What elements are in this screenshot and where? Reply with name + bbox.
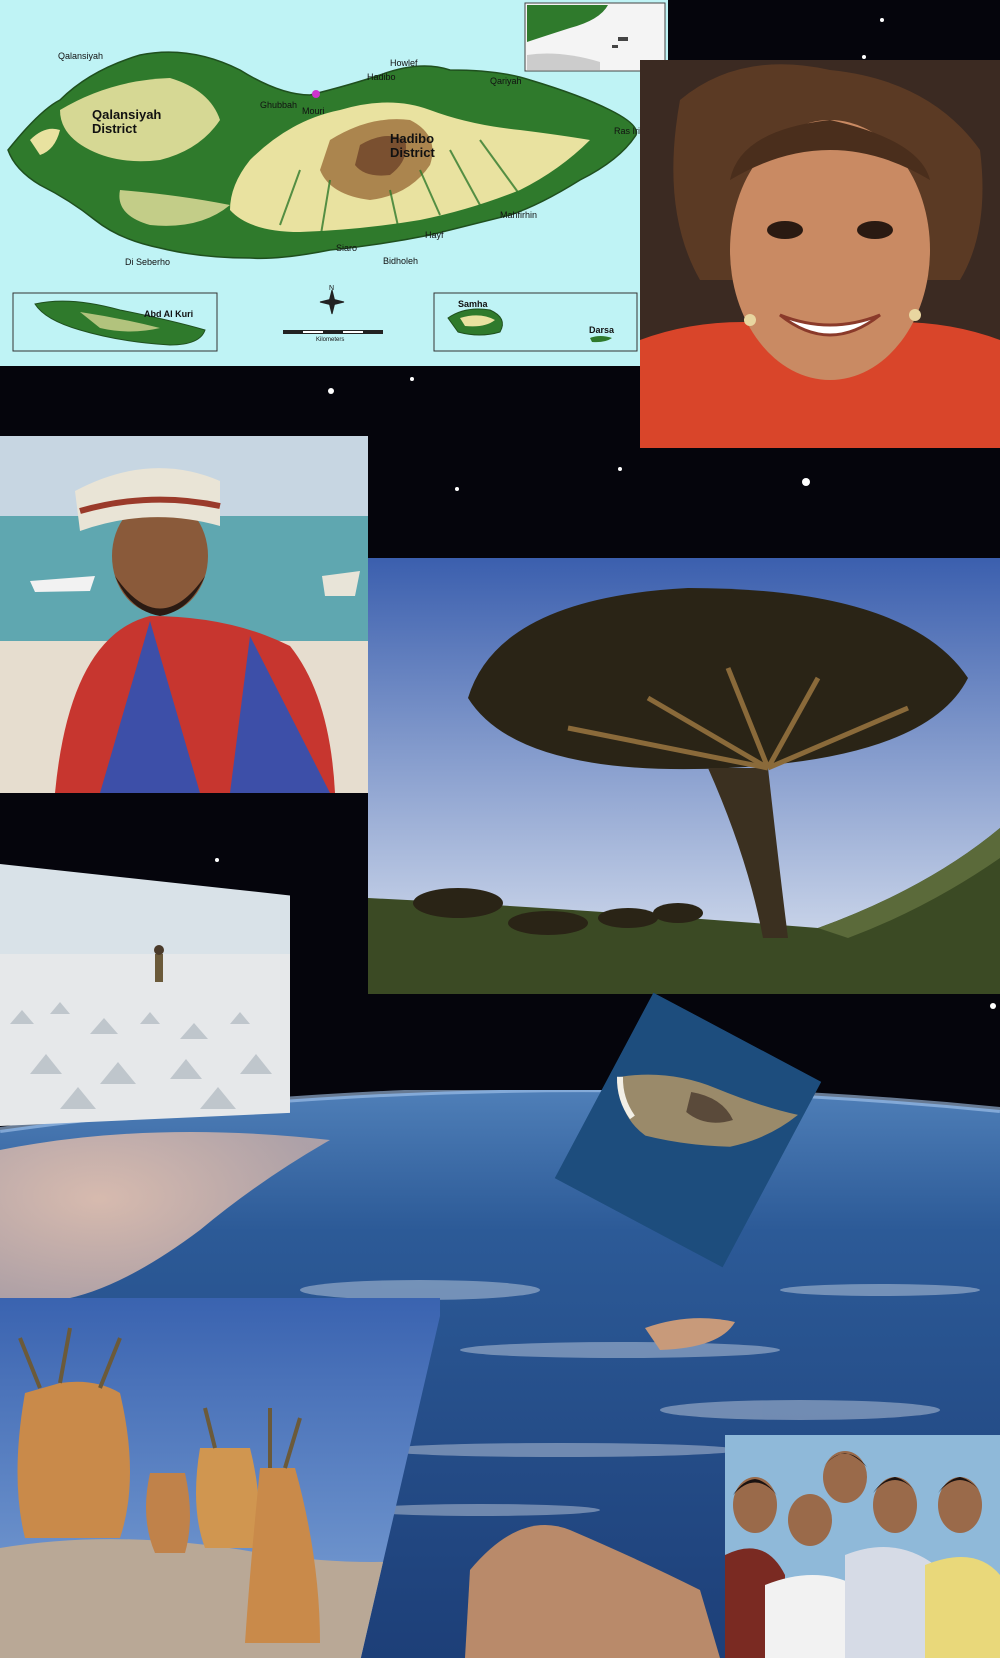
photo-group-of-girls: [725, 1435, 1000, 1658]
star: [328, 388, 334, 394]
map-label-qariyah: Qariyah: [490, 76, 522, 86]
map-label-howlef: Howlef: [390, 58, 418, 68]
photo-fisherman-beach: [0, 436, 368, 793]
map-label-hadibo-district: Hadibo District: [390, 131, 435, 160]
map-label-mouri: Mouri: [302, 106, 325, 116]
map-scale-label: Kilometers: [316, 337, 345, 343]
map-label-qalansiyah: Qalansiyah: [58, 51, 104, 61]
star: [410, 377, 414, 381]
star: [802, 478, 810, 486]
map-label-samha: Samha: [458, 299, 488, 309]
map-label-siaro: Siaro: [336, 243, 358, 253]
star: [990, 1003, 996, 1009]
star: [455, 487, 459, 491]
photo-smiling-girl: [640, 60, 1000, 448]
map-label-hayf: Hayf: [425, 230, 444, 240]
photo-dragon-blood-tree: [368, 558, 1000, 994]
map-label-ghubbah: Ghubbah: [260, 100, 298, 110]
map-label-qalansiyah-district: Qalansiyah District: [92, 107, 162, 136]
star: [862, 55, 866, 59]
map-label-di-seberho: Di Seberho: [125, 257, 171, 267]
map-label-hadibo: Hadibo: [367, 72, 396, 82]
photo-salt-pans: [0, 864, 290, 1126]
star: [618, 467, 622, 471]
map-label-abd-al-kuri: Abd Al Kuri: [144, 309, 194, 319]
star: [215, 858, 219, 862]
map-label-bidholeh: Bidholeh: [383, 256, 419, 266]
map-compass-n: N: [329, 285, 335, 292]
socotra-map: Qalansiyah Howlef Hadibo Qariyah Ghubbah…: [0, 0, 668, 366]
map-label-mahfirhin: Mahfirhin: [500, 210, 538, 220]
star: [880, 18, 884, 22]
map-label-darsa: Darsa: [589, 325, 615, 335]
